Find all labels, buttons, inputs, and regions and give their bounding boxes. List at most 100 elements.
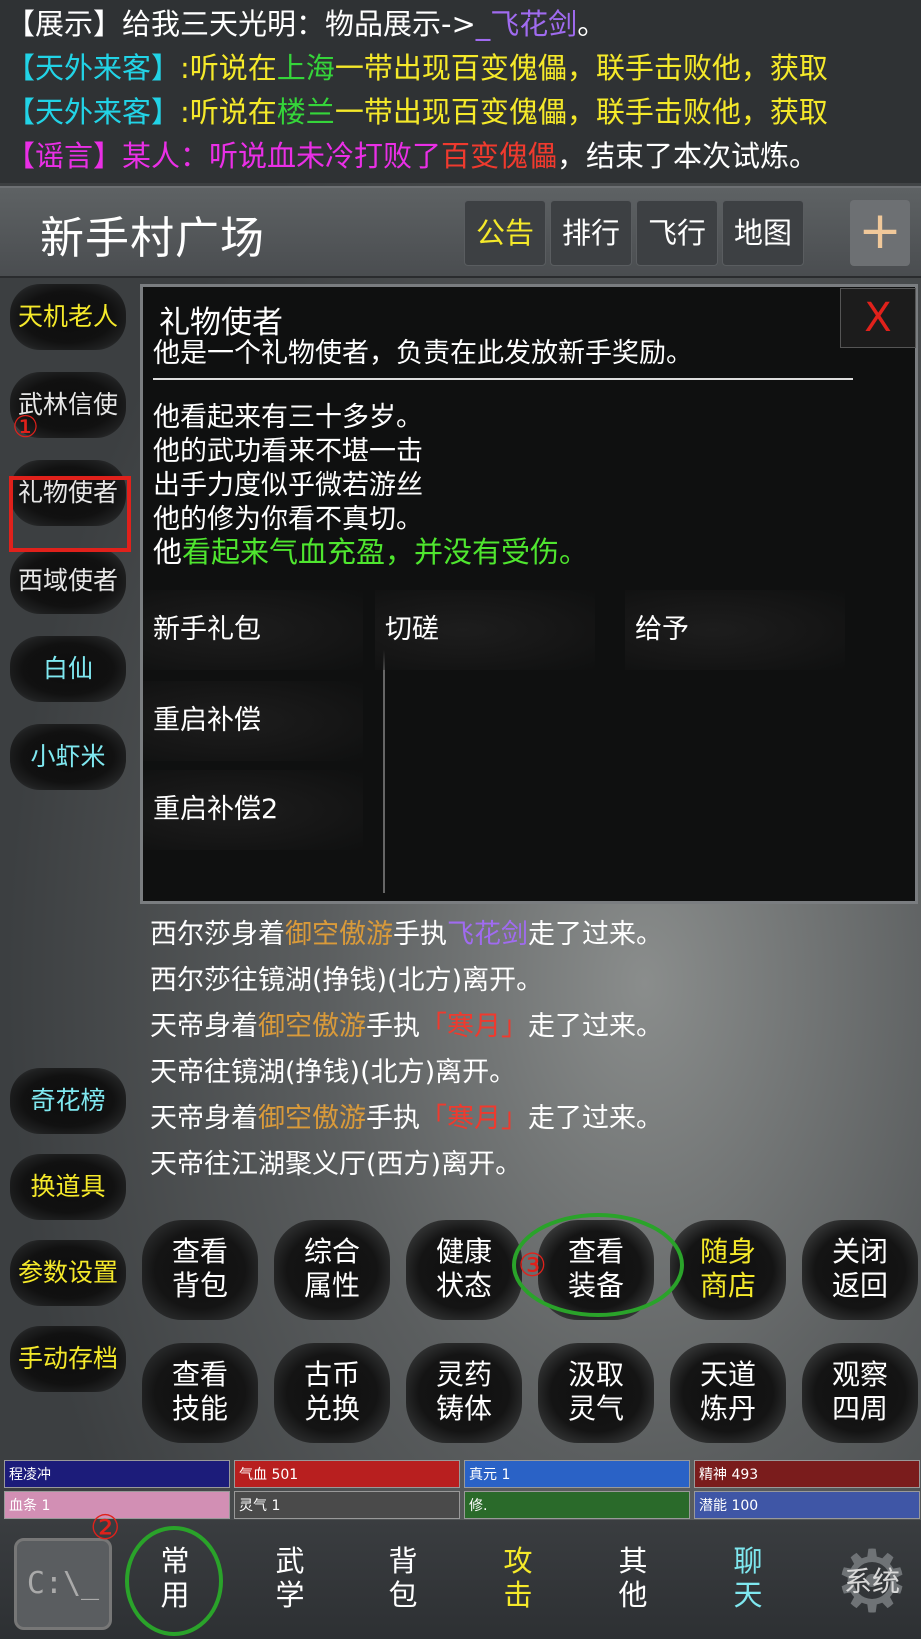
news-segment: 百变傀儡 — [441, 139, 558, 173]
log-segment: 御空傲游 — [258, 1011, 366, 1042]
map-button[interactable]: 地图 — [722, 200, 804, 266]
settings-button[interactable]: 参数设置 — [10, 1240, 126, 1306]
news-segment: 【谣言】某人：听说血未冷打败了 — [6, 139, 442, 173]
command-label-line1: 查看 — [171, 1358, 228, 1391]
notice-button[interactable]: 公告 — [464, 200, 546, 266]
fly-button[interactable]: 飞行 — [636, 200, 718, 266]
close-button[interactable]: X — [840, 288, 916, 348]
news-segment: :听说在 — [180, 95, 277, 129]
log-line: 天帝身着御空傲游手执「寒月」走了过来。 — [150, 1004, 663, 1043]
command-label-line2: 技能 — [171, 1392, 228, 1425]
news-segment: _飞花剑 — [475, 7, 578, 41]
close-return-button[interactable]: 关闭 返回 — [802, 1220, 918, 1320]
console-icon[interactable]: C:\_ — [14, 1538, 112, 1630]
restart-compensation-button[interactable]: 重启补偿 — [143, 681, 363, 761]
nav-label-line1: 背 — [388, 1544, 418, 1578]
news-segment: :听说在 — [180, 51, 277, 85]
overall-attributes-button[interactable]: 综合 属性 — [274, 1220, 390, 1320]
command-label-line1: 关闭 — [831, 1235, 888, 1268]
log-segment: 飞花剑 — [447, 919, 528, 950]
npc-xiyu-shizhe[interactable]: 西域使者 — [10, 548, 126, 614]
command-label-line2: 炼丹 — [699, 1392, 756, 1425]
news-segment: 一带出现百变傀儡，联手击败他，获取 — [334, 95, 828, 129]
log-segment: 天帝身着 — [150, 1011, 258, 1042]
news-segment: ，结束了本次试炼。 — [557, 139, 819, 173]
news-line: 【天外来客】:听说在上海一带出现百变傀儡，联手击败他，获取 — [6, 46, 828, 90]
command-label-line1: 随身 — [699, 1235, 756, 1268]
potential-bar: 潜能 100 — [694, 1491, 920, 1519]
flower-ranking-button[interactable]: 奇花榜 — [10, 1068, 126, 1134]
command-label-line1: 古币 — [303, 1358, 360, 1391]
tab-other[interactable]: 其他 — [588, 1532, 678, 1632]
nav-label-line1: 聊 — [733, 1544, 763, 1578]
ranking-button[interactable]: 排行 — [550, 200, 632, 266]
absorb-spirit-button[interactable]: 汲取 灵气 — [538, 1343, 654, 1443]
health-text: 看起来气血充盈，并没有受伤。 — [182, 535, 589, 569]
log-segment: 手执 — [393, 919, 447, 950]
dialog-divider — [153, 378, 853, 380]
manual-save-button[interactable]: 手动存档 — [10, 1326, 126, 1392]
news-segment: 楼兰 — [276, 95, 335, 129]
npc-baixian[interactable]: 白仙 — [10, 636, 126, 702]
log-line: 天帝往镜湖(挣钱)(北方)离开。 — [150, 1050, 516, 1089]
log-segment: 天帝往江湖聚义厅(西方)离开。 — [150, 1149, 523, 1180]
marker-one: ① — [12, 410, 39, 445]
tab-attack[interactable]: 攻击 — [473, 1532, 563, 1632]
nav-label-line1: 其 — [618, 1544, 648, 1578]
spirit-bar: 精神 493 — [694, 1460, 920, 1488]
npc-xiaoxiami[interactable]: 小虾米 — [10, 724, 126, 790]
tab-martial-arts[interactable]: 武学 — [245, 1532, 335, 1632]
look-around-button[interactable]: 观察 四周 — [802, 1343, 918, 1443]
exchange-items-button[interactable]: 换道具 — [10, 1154, 126, 1220]
npc-tianji-laoren[interactable]: 天机老人 — [10, 284, 126, 350]
news-segment: 一带出现百变傀儡，联手击败他，获取 — [334, 51, 828, 85]
command-label-line1: 查看 — [171, 1235, 228, 1268]
nav-label-line2: 学 — [275, 1578, 305, 1612]
dialog-intro: 他是一个礼物使者，负责在此发放新手奖励。 — [153, 338, 693, 369]
portable-shop-button[interactable]: 随身 商店 — [670, 1220, 786, 1320]
marker-three: ③ — [518, 1246, 547, 1284]
news-panel: 【展示】给我三天光明：物品展示->_飞花剑。 【天外来客】:听说在上海一带出现百变… — [0, 0, 921, 183]
log-segment: 手执 — [366, 1011, 420, 1042]
newbie-gift-button[interactable]: 新手礼包 — [143, 590, 363, 670]
command-label-line2: 兑换 — [303, 1392, 360, 1425]
log-segment: 御空傲游 — [258, 1103, 366, 1134]
news-segment: 【展示】给我三天光明：物品展示-> — [6, 7, 476, 41]
health-prefix: 他 — [153, 535, 183, 569]
common-tab-highlight-ring — [125, 1526, 223, 1636]
selected-npc-highlight — [9, 476, 131, 552]
restart-compensation-2-button[interactable]: 重启补偿2 — [143, 770, 363, 850]
heaven-alchemy-button[interactable]: 天道 炼丹 — [670, 1343, 786, 1443]
command-label-line2: 四周 — [831, 1392, 888, 1425]
command-label-line1: 灵药 — [435, 1358, 492, 1391]
command-label-line1: 天道 — [699, 1358, 756, 1391]
view-backpack-button[interactable]: 查看 背包 — [142, 1220, 258, 1320]
news-line: 【谣言】某人：听说血未冷打败了百变傀儡，结束了本次试炼。 — [6, 134, 818, 178]
log-line: 天帝身着御空傲游手执「寒月」走了过来。 — [150, 1096, 663, 1135]
system-label: 系统 — [843, 1565, 900, 1598]
title-bar: 新手村广场 公告 排行 飞行 地图 + — [0, 186, 921, 278]
tab-chat[interactable]: 聊天 — [703, 1532, 793, 1632]
plus-button[interactable]: + — [850, 200, 910, 266]
command-label-line1: 健康 — [435, 1235, 492, 1268]
health-status-button[interactable]: 健康 状态 — [406, 1220, 522, 1320]
spar-button[interactable]: 切磋 — [375, 590, 595, 670]
give-button[interactable]: 给予 — [625, 590, 845, 670]
command-label-line2: 背包 — [171, 1269, 228, 1302]
command-label-line2: 灵气 — [567, 1392, 624, 1425]
command-label-line2: 商店 — [699, 1269, 756, 1302]
ancient-coin-exchange-button[interactable]: 古币 兑换 — [274, 1343, 390, 1443]
elixir-body-button[interactable]: 灵药 铸体 — [406, 1343, 522, 1443]
log-line: 天帝往江湖聚义厅(西方)离开。 — [150, 1142, 522, 1181]
command-label-line1: 观察 — [831, 1358, 888, 1391]
view-skills-button[interactable]: 查看 技能 — [142, 1343, 258, 1443]
news-segment: 【天外来客】 — [6, 51, 181, 85]
nav-label-line1: 攻 — [503, 1544, 533, 1578]
nav-label-line2: 击 — [503, 1578, 533, 1612]
log-line: 西尔莎往镜湖(挣钱)(北方)离开。 — [150, 958, 543, 997]
tab-backpack[interactable]: 背包 — [358, 1532, 448, 1632]
log-segment: 天帝往镜湖(挣钱)(北方)离开。 — [150, 1057, 517, 1088]
log-segment: 天帝身着 — [150, 1103, 258, 1134]
lingqi-bar: 灵气 1 — [234, 1491, 460, 1519]
news-line: 【展示】给我三天光明：物品展示->_飞花剑。 — [6, 2, 606, 46]
